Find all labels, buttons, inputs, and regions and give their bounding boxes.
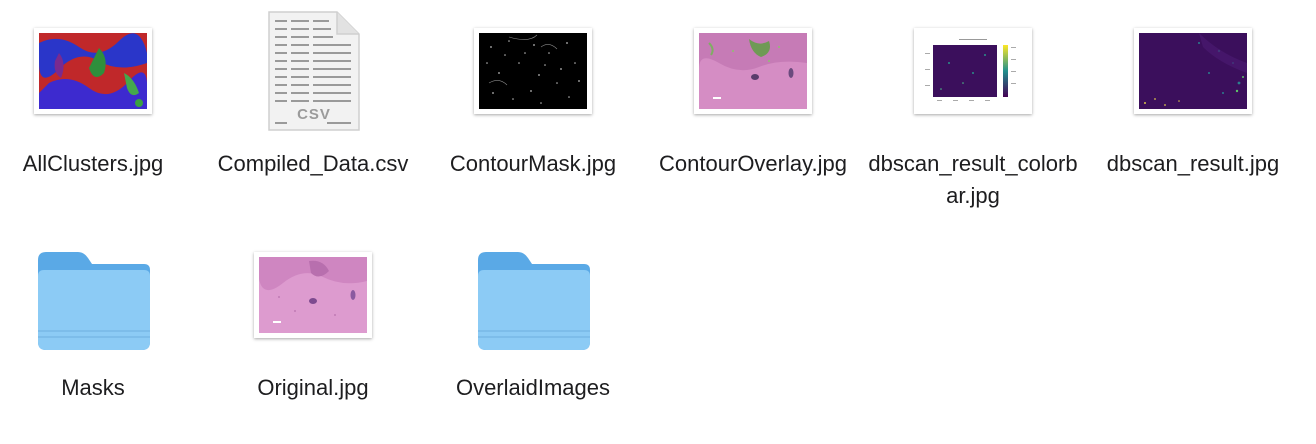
contour-mask-thumbnail-icon[interactable] bbox=[423, 20, 643, 140]
csv-badge: CSV bbox=[297, 106, 331, 123]
file-name-label: dbscan_result.jpg bbox=[1106, 151, 1280, 176]
file-grid: AllClusters.jpg CSV Compiled_Data.csv Co… bbox=[0, 0, 1316, 444]
clusters-thumbnail-icon[interactable] bbox=[0, 20, 203, 140]
file-name-label: dbscan_result_colorbar.jpg bbox=[868, 151, 1078, 208]
folder-icon[interactable] bbox=[0, 242, 203, 362]
chart-thumbnail-icon[interactable] bbox=[863, 20, 1083, 140]
tissue-thumbnail-icon[interactable] bbox=[203, 252, 423, 372]
file-name-label: Compiled_Data.csv bbox=[217, 151, 409, 176]
file-name-label: Masks bbox=[61, 375, 125, 400]
file-name-label: ContourOverlay.jpg bbox=[659, 151, 847, 176]
file-name-label: Original.jpg bbox=[257, 375, 369, 400]
file-name-label: OverlaidImages bbox=[455, 375, 611, 400]
folder-icon[interactable] bbox=[423, 242, 643, 362]
dbscan-thumbnail-icon[interactable] bbox=[1083, 20, 1303, 140]
contour-overlay-thumbnail-icon[interactable] bbox=[643, 20, 863, 140]
file-name-label: AllClusters.jpg bbox=[22, 151, 164, 176]
file-name-label: ContourMask.jpg bbox=[449, 151, 617, 176]
csv-document-icon[interactable]: CSV bbox=[203, 10, 423, 131]
